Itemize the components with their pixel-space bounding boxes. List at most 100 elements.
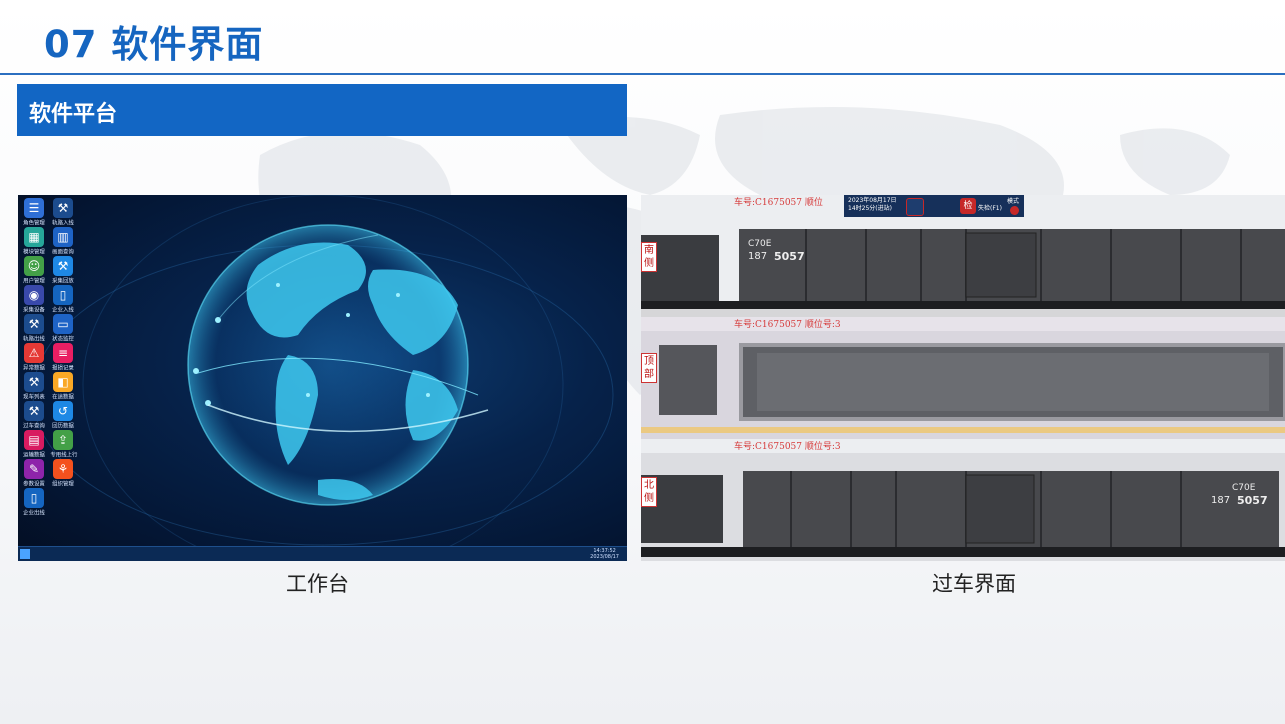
edit-icon: ✎ (24, 459, 44, 479)
desktop-app[interactable]: ▥ 画面查询 (49, 227, 77, 255)
workbench-screenshot: ☰ 角色管理 ⚒ 轨路入线 ▦ 模块管理 ▥ 画面查询 ☺ 用户管理 ⚒ 采集回放 ◉ 采集设备 ▯ 企业入线… (18, 195, 627, 561)
modules-icon: ▦ (24, 227, 44, 247)
warning-icon: ⚠ (24, 343, 44, 363)
desktop-app-label: 采集设备 (23, 306, 45, 314)
desktop-app[interactable]: ⚒ 采集回放 (49, 256, 77, 284)
desktop-app-label: 用户管理 (23, 277, 45, 285)
desktop-app-label: 轨路出线 (23, 335, 45, 343)
south-car-num-b: 5057 (774, 250, 805, 263)
top-view-lane: 车号:C1675057 顺位号:3 顶 部 (641, 317, 1285, 439)
taskbar: 14:37:52 2023/08/17 (18, 546, 627, 561)
user-icon: ☺ (24, 256, 44, 276)
desktop-app[interactable]: ☰ 角色管理 (20, 198, 48, 226)
north-car-num-a: 187 (1211, 495, 1231, 506)
clock-date: 2023/08/17 (590, 554, 619, 560)
desktop-app-label: 状态监控 (52, 335, 74, 343)
desktop-app-label: 采集回放 (52, 277, 74, 285)
monitor-icon: ▭ (53, 314, 73, 334)
calendar-icon: ▤ (24, 430, 44, 450)
desktop-app-label: 报损记录 (52, 364, 74, 372)
record-icon: ≡ (53, 343, 73, 363)
train-icon: ⚒ (24, 401, 44, 421)
desktop-app[interactable]: ◉ 采集设备 (20, 285, 48, 313)
desktop-app[interactable]: ≡ 报损记录 (49, 343, 77, 371)
desktop-app-label: 运输数据 (23, 451, 45, 459)
hud-mode-label: 模式 (1007, 198, 1020, 205)
desktop-app-label: 异常数据 (23, 364, 45, 372)
desktop-app[interactable]: ◧ 在途数据 (49, 372, 77, 400)
desktop-app[interactable]: ▦ 模块管理 (20, 227, 48, 255)
list-icon: ☰ (24, 198, 44, 218)
mode-toggle-icon[interactable] (1010, 206, 1019, 215)
top-view-label: 顶 部 (641, 353, 657, 383)
desktop-app-label: 画面查询 (52, 248, 74, 256)
south-car-code: C70E (748, 239, 772, 249)
desktop-app[interactable]: ⚒ 现车列表 (20, 372, 48, 400)
org-icon: ⚘ (53, 459, 73, 479)
desktop-app-label: 角色管理 (23, 219, 45, 227)
south-lane-caption: 车号:C1675057 顺位 (734, 198, 823, 208)
train-icon: ⚒ (24, 372, 44, 392)
desktop-app[interactable]: ⇪ 专用线上行 (49, 430, 77, 458)
desktop-app[interactable]: ▯ 企业出线 (20, 488, 48, 516)
desktop-app[interactable]: ▯ 企业入线 (49, 285, 77, 313)
train-icon: ⚒ (53, 256, 73, 276)
desktop-app[interactable]: ⚠ 异常数据 (20, 343, 48, 371)
desktop-app-label: 企业入线 (52, 306, 74, 314)
start-button[interactable] (20, 549, 30, 559)
section-heading: 软件平台 (29, 102, 118, 127)
workbench-caption: 工作台 (286, 572, 349, 596)
desktop-app[interactable]: ⚒ 过车查询 (20, 401, 48, 429)
desktop-app[interactable]: ☺ 用户管理 (20, 256, 48, 284)
south-car-num-a: 187 (748, 251, 768, 262)
history-icon: ↺ (53, 401, 73, 421)
train-icon: ⚒ (24, 314, 44, 334)
title-divider (0, 73, 1285, 75)
data-icon: ◧ (53, 372, 73, 392)
alarm-icon[interactable] (906, 198, 924, 216)
slide-title: 07 软件界面 (44, 23, 264, 66)
desktop-app-label: 现车列表 (23, 393, 45, 401)
door-icon: ▯ (24, 488, 44, 508)
desktop-app-label: 过车查询 (23, 422, 45, 430)
upload-icon: ⇪ (53, 430, 73, 450)
desktop-app-label: 专用线上行 (50, 451, 78, 459)
desktop-app-label: 轨路入线 (52, 219, 74, 227)
north-car-num-b: 5057 (1237, 494, 1268, 507)
hud-timestamp: 2023年08月17日 14时25分(进站) (848, 197, 897, 212)
north-lane-caption: 车号:C1675057 顺位号:3 (734, 442, 841, 452)
inspect-badge[interactable]: 检 (960, 198, 976, 214)
camera-icon: ◉ (24, 285, 44, 305)
top-lane-caption: 车号:C1675057 顺位号:3 (734, 320, 841, 330)
north-wagon-image (641, 453, 1285, 561)
door-icon: ▯ (53, 285, 73, 305)
desktop-app-label: 企业出线 (23, 509, 45, 517)
train-icon: ⚒ (53, 198, 73, 218)
desktop-app[interactable]: ⚒ 轨路出线 (20, 314, 48, 342)
desktop-app[interactable]: ⚒ 轨路入线 (49, 198, 77, 226)
south-wagon-image (641, 229, 1285, 317)
desktop-app-label: 在途数据 (52, 393, 74, 401)
desktop-app-label: 参数设置 (23, 480, 45, 488)
section-header: 软件平台 (17, 84, 627, 136)
globe-graphic (32, 195, 614, 547)
desktop-app[interactable]: ✎ 参数设置 (20, 459, 48, 487)
desktop-app-label: 组织管理 (52, 480, 74, 488)
north-car-code: C70E (1232, 483, 1256, 493)
desktop-app-label: 模块管理 (23, 248, 45, 256)
passing-hud: 2023年08月17日 14时25分(进站) 检 失检(F1) 模式 (844, 195, 1024, 217)
north-side-lane: 车号:C1675057 顺位号:3 C70E 187 5057 北 侧 (641, 439, 1285, 561)
desktop-app-label: 回历数据 (52, 422, 74, 430)
south-side-label: 南 侧 (641, 242, 657, 272)
train-passing-screenshot: 车号:C1675057 顺位 C70E 187 5057 南 侧 2023年08… (641, 195, 1285, 561)
taskbar-clock: 14:37:52 2023/08/17 (590, 548, 619, 560)
desktop-app[interactable]: ↺ 回历数据 (49, 401, 77, 429)
hud-action-label[interactable]: 失检(F1) (978, 203, 1002, 212)
desktop-app[interactable]: ⚘ 组织管理 (49, 459, 77, 487)
passing-caption: 过车界面 (932, 572, 1016, 596)
north-side-label: 北 侧 (641, 477, 657, 507)
desktop-app[interactable]: ▭ 状态监控 (49, 314, 77, 342)
desktop-app[interactable]: ▤ 运输数据 (20, 430, 48, 458)
bar-chart-icon: ▥ (53, 227, 73, 247)
top-wagon-image (641, 331, 1285, 439)
